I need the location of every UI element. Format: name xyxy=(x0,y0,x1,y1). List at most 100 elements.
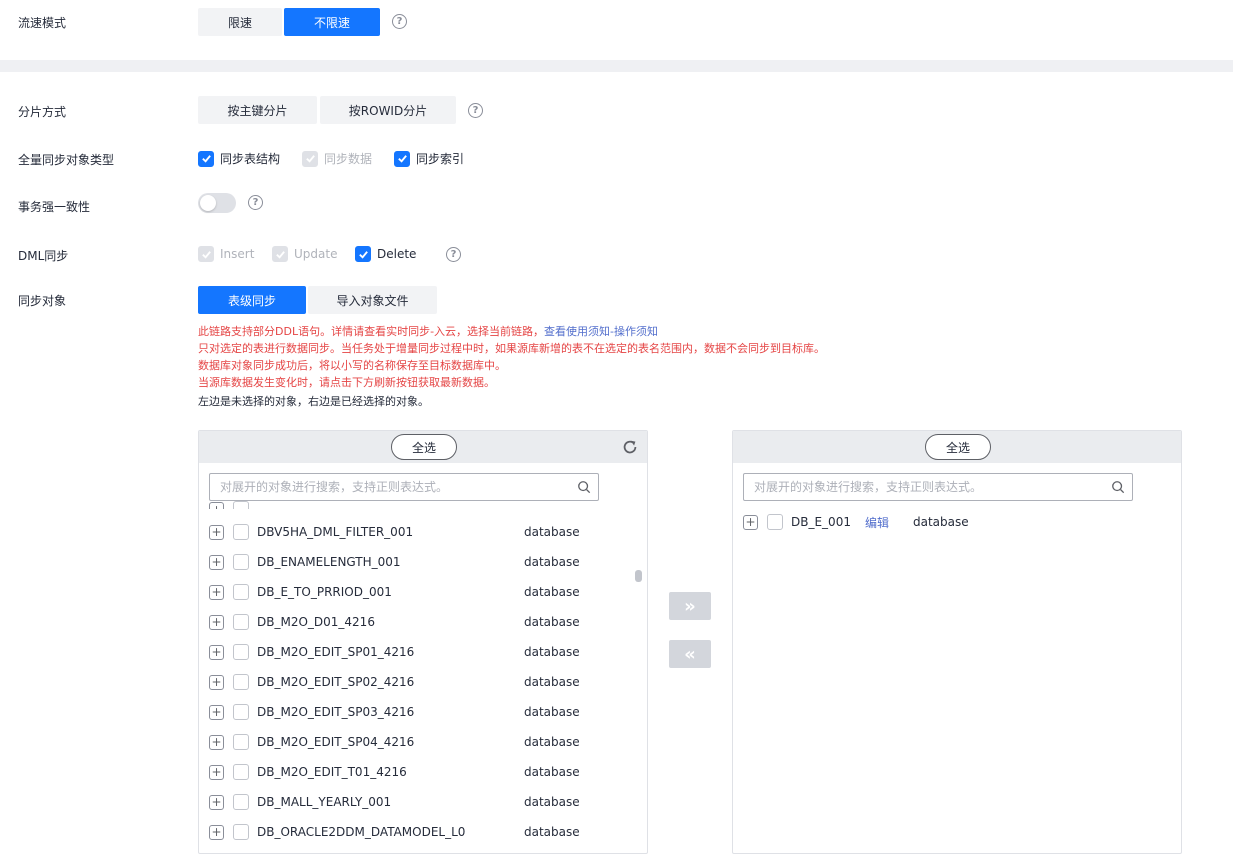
object-name: DB_M2O_D01_4216 xyxy=(257,615,375,629)
edit-link[interactable]: 编辑 xyxy=(865,514,889,531)
source-search-input[interactable] xyxy=(210,474,598,500)
row-checkbox[interactable] xyxy=(233,554,249,570)
dml-sync-help-icon[interactable]: ? xyxy=(446,247,461,262)
expand-icon[interactable]: + xyxy=(209,584,224,600)
move-to-unselected-button[interactable]: « xyxy=(669,640,711,668)
list-item[interactable]: + DB_M2O_EDIT_SP01_4216 database xyxy=(209,637,580,667)
list-item[interactable]: + DB_M2O_D01_4216 database xyxy=(209,607,580,637)
checkbox-box[interactable] xyxy=(198,150,214,167)
list-item[interactable]: + DBV5HA_DML_FILTER_001 database xyxy=(209,517,580,547)
note-refresh: 当源库数据发生变化时，请点击下方刷新按钮获取最新数据。 xyxy=(198,376,495,389)
row-checkbox[interactable] xyxy=(233,794,249,810)
note-ddl-text: 此链路支持部分DDL语句。详情请查看实时同步-入云，选择当前链路， xyxy=(198,325,545,338)
object-type: database xyxy=(524,825,580,839)
expand-icon[interactable]: + xyxy=(209,704,224,720)
dml-insert-checkbox: Insert xyxy=(198,246,254,262)
refresh-icon[interactable] xyxy=(621,438,639,456)
object-type: database xyxy=(524,555,580,569)
flow-mode-help-icon[interactable]: ? xyxy=(392,14,407,29)
row-checkbox[interactable] xyxy=(233,524,249,540)
list-item[interactable]: + DB_M2O_EDIT_T01_4216 database xyxy=(209,757,580,787)
row-checkbox[interactable] xyxy=(233,614,249,630)
tab-import-object-file[interactable]: 导入对象文件 xyxy=(308,286,437,314)
flow-mode-unlimited-button[interactable]: 不限速 xyxy=(284,8,380,36)
row-checkbox[interactable] xyxy=(767,514,783,530)
object-type: database xyxy=(524,705,580,719)
row-checkbox[interactable] xyxy=(233,644,249,660)
expand-icon[interactable]: + xyxy=(209,734,224,750)
source-search-field[interactable] xyxy=(209,473,599,501)
expand-icon[interactable]: + xyxy=(743,514,758,530)
checkbox-box[interactable] xyxy=(355,246,371,262)
sync-index-label: 同步索引 xyxy=(416,152,465,166)
txn-consistency-help-icon[interactable]: ? xyxy=(248,195,263,210)
row-checkbox[interactable] xyxy=(233,704,249,720)
expand-icon[interactable]: + xyxy=(209,824,224,840)
row-checkbox[interactable] xyxy=(233,764,249,780)
list-item[interactable]: + DB_M2O_EDIT_SP04_4216 database xyxy=(209,727,580,757)
expand-icon[interactable]: + xyxy=(209,794,224,810)
check-icon xyxy=(397,155,407,163)
expand-icon[interactable]: + xyxy=(209,614,224,630)
search-icon[interactable] xyxy=(1111,480,1125,494)
sync-index-checkbox[interactable]: 同步索引 xyxy=(394,150,464,167)
list-item[interactable]: + DB_E_001 编辑 database xyxy=(743,507,969,537)
shard-by-rowid-button[interactable]: 按ROWID分片 xyxy=(320,96,456,124)
txn-consistency-toggle[interactable] xyxy=(198,193,236,213)
expand-icon[interactable]: + xyxy=(209,674,224,690)
list-item[interactable]: + DB_M2O_EDIT_SP02_4216 database xyxy=(209,667,580,697)
selected-select-all-button[interactable]: 全选 xyxy=(925,434,991,460)
expand-icon[interactable]: + xyxy=(209,524,224,540)
source-objects-panel: 全选 + + DBV5HA_DML_FILTER_001 database + DB_E… xyxy=(198,430,648,854)
section-divider xyxy=(0,60,1233,72)
shard-mode-help-icon[interactable]: ? xyxy=(468,103,483,118)
source-select-all-button[interactable]: 全选 xyxy=(391,434,457,460)
row-checkbox[interactable] xyxy=(233,674,249,690)
usage-notes-link[interactable]: 查看使用须知-操作须知 xyxy=(544,325,658,338)
object-type: database xyxy=(524,765,580,779)
selected-search-field[interactable] xyxy=(743,473,1133,501)
sync-table-structure-label: 同步表结构 xyxy=(220,152,281,166)
expand-icon[interactable]: + xyxy=(209,554,224,570)
note-ddl-support: 此链路支持部分DDL语句。详情请查看实时同步-入云，选择当前链路，查看使用须知-… xyxy=(198,323,658,339)
check-icon xyxy=(201,250,211,259)
expand-icon[interactable]: + xyxy=(209,644,224,660)
dml-update-label: Update xyxy=(294,247,338,261)
dml-insert-label: Insert xyxy=(220,247,255,261)
check-icon xyxy=(275,250,285,259)
source-scrollbar-thumb[interactable] xyxy=(635,570,642,582)
dml-delete-checkbox[interactable]: Delete xyxy=(355,246,416,262)
object-name: DB_M2O_EDIT_SP02_4216 xyxy=(257,675,415,689)
search-icon[interactable] xyxy=(577,480,591,494)
dml-delete-label: Delete xyxy=(377,247,417,261)
flow-mode-limit-button[interactable]: 限速 xyxy=(198,8,282,36)
object-type: database xyxy=(524,675,580,689)
list-item[interactable]: + DB_MALL_YEARLY_001 database xyxy=(209,787,580,817)
expand-icon[interactable]: + xyxy=(209,764,224,780)
expand-icon: + xyxy=(209,502,224,509)
list-item[interactable]: + DB_ENAMELENGTH_001 database xyxy=(209,547,580,577)
shard-by-pk-button[interactable]: 按主键分片 xyxy=(198,96,317,124)
checkbox-box xyxy=(302,150,318,167)
object-name: DB_M2O_EDIT_SP03_4216 xyxy=(257,705,415,719)
checkbox-box[interactable] xyxy=(394,150,410,167)
object-name: DB_MALL_YEARLY_001 xyxy=(257,795,392,809)
list-item[interactable]: + DB_ORACLE2DDM_DATAMODEL_L0 database xyxy=(209,817,580,847)
list-item[interactable]: + DB_M2O_EDIT_SP03_4216 database xyxy=(209,697,580,727)
tab-table-level-sync[interactable]: 表级同步 xyxy=(198,286,306,314)
object-type: database xyxy=(524,585,580,599)
list-item[interactable]: + DB_E_TO_PRRIOD_001 database xyxy=(209,577,580,607)
object-name: DB_M2O_EDIT_SP04_4216 xyxy=(257,735,415,749)
selected-objects-panel: 全选 + DB_E_001 编辑 database xyxy=(732,430,1182,854)
object-name: DBV5HA_DML_FILTER_001 xyxy=(257,525,414,539)
move-to-selected-button[interactable]: » xyxy=(669,592,711,620)
object-type: database xyxy=(524,525,580,539)
selected-search-input[interactable] xyxy=(744,474,1132,500)
object-type: database xyxy=(524,795,580,809)
sync-table-structure-checkbox[interactable]: 同步表结构 xyxy=(198,150,280,167)
row-checkbox[interactable] xyxy=(233,584,249,600)
dml-sync-label: DML同步 xyxy=(18,249,69,263)
full-sync-types-label: 全量同步对象类型 xyxy=(18,153,115,167)
row-checkbox[interactable] xyxy=(233,824,249,840)
row-checkbox[interactable] xyxy=(233,734,249,750)
